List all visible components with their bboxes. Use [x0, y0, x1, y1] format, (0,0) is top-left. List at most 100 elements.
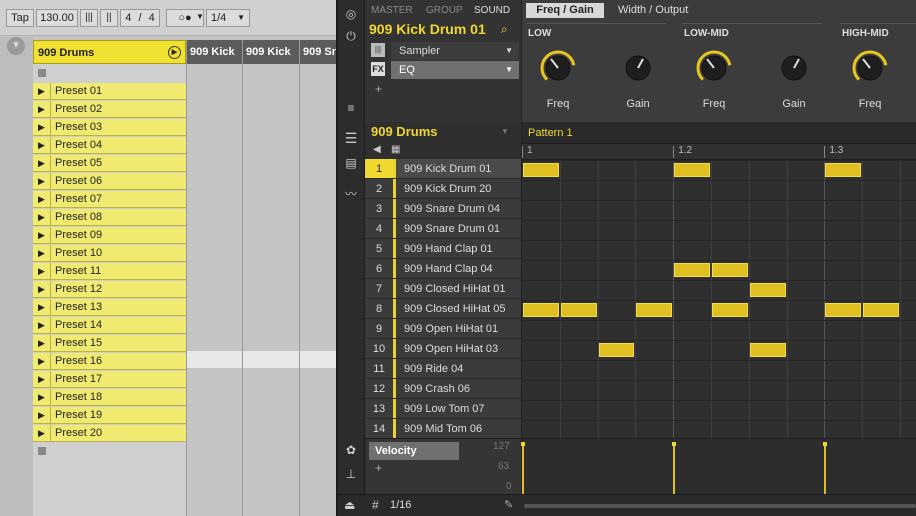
browser-icon[interactable]: ◎	[343, 6, 359, 22]
quantization-select[interactable]: 1/4 ▼	[206, 9, 250, 27]
sound-row[interactable]: 1 909 Kick Drum 01	[365, 159, 521, 179]
note[interactable]	[523, 303, 559, 317]
sound-row[interactable]: 11 909 Ride 04	[365, 359, 521, 379]
preset-row[interactable]: ▶ Preset 02	[33, 101, 186, 118]
velocity-editor[interactable]	[521, 439, 916, 495]
play-icon[interactable]: ▶	[33, 83, 51, 100]
play-icon[interactable]: ▶	[33, 245, 51, 262]
velocity-handle[interactable]	[521, 442, 525, 446]
track-play-icon[interactable]: ▶	[168, 46, 181, 59]
preset-row[interactable]: ▶ Preset 01	[33, 83, 186, 100]
track-header[interactable]: 909 Drums ▶	[33, 40, 186, 64]
note[interactable]	[674, 263, 710, 277]
preset-row[interactable]: ▶ Preset 06	[33, 173, 186, 190]
note[interactable]	[749, 283, 786, 297]
collapse-icon[interactable]: ≡	[343, 100, 359, 116]
eq-knob-low-mid-gain[interactable]	[776, 50, 812, 86]
velocity-handle[interactable]	[823, 442, 828, 446]
note[interactable]	[749, 343, 786, 357]
pattern-name[interactable]: Pattern 1	[528, 127, 573, 139]
play-icon[interactable]: ▶	[33, 191, 51, 208]
play-icon[interactable]: ▶	[33, 263, 51, 280]
tempo-field[interactable]: 130.00	[36, 9, 78, 27]
preset-row[interactable]: ▶ Preset 05	[33, 155, 186, 172]
preset-row[interactable]: ▶ Preset 08	[33, 209, 186, 226]
sound-row[interactable]: 3 909 Snare Drum 04	[365, 199, 521, 219]
sound-row[interactable]: 12 909 Crash 06	[365, 379, 521, 399]
sound-row[interactable]: 13 909 Low Tom 07	[365, 399, 521, 419]
note[interactable]	[712, 303, 748, 317]
sound-row[interactable]: 7 909 Closed HiHat 01	[365, 279, 521, 299]
note[interactable]	[825, 163, 862, 177]
note[interactable]	[863, 303, 899, 317]
sound-row[interactable]: 4 909 Snare Drum 01	[365, 219, 521, 239]
play-icon[interactable]: ▶	[33, 281, 51, 298]
play-icon[interactable]: ▶	[33, 299, 51, 316]
plugin-slot-eq[interactable]: EQ ▼	[391, 61, 519, 79]
note[interactable]	[523, 163, 559, 177]
play-icon[interactable]: ▶	[33, 335, 51, 352]
preset-row[interactable]: ▶ Preset 14	[33, 317, 186, 334]
arrange-icon[interactable]: ☰	[343, 130, 359, 146]
horizontal-scrollbar[interactable]	[524, 504, 916, 508]
nudge-icon[interactable]: ||	[100, 9, 118, 27]
sound-row[interactable]: 5 909 Hand Clap 01	[365, 239, 521, 259]
play-icon[interactable]: ▶	[33, 353, 51, 370]
metronome-icon[interactable]: |||	[80, 9, 98, 27]
dropdown-arrow-icon[interactable]: ▼	[194, 9, 206, 27]
note[interactable]	[712, 263, 748, 277]
speaker-icon[interactable]: ◀	[373, 144, 381, 155]
nav-master[interactable]: MASTER	[371, 5, 413, 16]
sound-row[interactable]: 6 909 Hand Clap 04	[365, 259, 521, 279]
preset-row[interactable]: ▶ Preset 12	[33, 281, 186, 298]
kit-column-header[interactable]: 909 Sn	[300, 40, 336, 64]
eq-knob-low-mid-freq[interactable]	[696, 50, 732, 86]
grid-icon[interactable]: #	[372, 498, 379, 512]
play-icon[interactable]: ▶	[33, 209, 51, 226]
note[interactable]	[560, 303, 597, 317]
note[interactable]	[636, 303, 673, 317]
mixer-icon[interactable]: ▤	[343, 155, 359, 171]
kit-column-header[interactable]: 909 Kick	[243, 40, 299, 64]
preset-row[interactable]: ▶ Preset 17	[33, 371, 186, 388]
sound-row[interactable]: 9 909 Open HiHat 01	[365, 319, 521, 339]
note[interactable]	[598, 343, 635, 357]
automation-icon[interactable]: ⊥	[343, 466, 359, 482]
search-icon[interactable]: ⌕	[501, 22, 508, 37]
chevron-down-icon[interactable]: ▼	[501, 127, 509, 136]
sound-row[interactable]: 14 909 Mid Tom 06	[365, 419, 521, 439]
preset-row[interactable]: ▶ Preset 10	[33, 245, 186, 262]
play-icon[interactable]: ▶	[33, 119, 51, 136]
play-icon[interactable]: ▶	[33, 137, 51, 154]
preset-row[interactable]: ▶ Preset 07	[33, 191, 186, 208]
velocity-bar[interactable]	[673, 443, 676, 495]
kit-column-header[interactable]: 909 Kick	[187, 40, 242, 64]
keyboard-icon[interactable]: ✿	[343, 442, 359, 458]
preset-row[interactable]: ▶ Preset 04	[33, 137, 186, 154]
play-icon[interactable]: ▶	[33, 227, 51, 244]
add-lane-button[interactable]: +	[375, 461, 382, 475]
timeline-ruler[interactable]: 1 1.2 1.3	[522, 144, 916, 160]
play-icon[interactable]: ▶	[33, 317, 51, 334]
plugin-slot-sampler[interactable]: Sampler ▼	[391, 42, 519, 60]
preset-row[interactable]: ▶ Preset 13	[33, 299, 186, 316]
preset-row[interactable]: ▶ Preset 19	[33, 407, 186, 424]
preset-row[interactable]: ▶ Preset 16	[33, 353, 186, 370]
velocity-handle[interactable]	[672, 442, 677, 446]
sound-row[interactable]: 8 909 Closed HiHat 05	[365, 299, 521, 319]
preset-row[interactable]: ▶ Preset 15	[33, 335, 186, 352]
collapse-icon[interactable]: ▼	[7, 37, 25, 55]
play-icon[interactable]: ▶	[33, 371, 51, 388]
velocity-select[interactable]: Velocity	[369, 442, 459, 460]
stop-clip-icon[interactable]	[38, 69, 46, 77]
play-icon[interactable]: ▶	[33, 155, 51, 172]
note[interactable]	[825, 303, 862, 317]
preset-row[interactable]: ▶ Preset 20	[33, 425, 186, 442]
eq-knob-high-mid-freq[interactable]	[852, 50, 888, 86]
add-plugin-button[interactable]: +	[375, 82, 382, 96]
play-icon[interactable]: ▶	[33, 101, 51, 118]
tab-freq-gain[interactable]: Freq / Gain	[526, 3, 604, 18]
tab-width-output[interactable]: Width / Output	[618, 3, 698, 18]
sound-row[interactable]: 2 909 Kick Drum 20	[365, 179, 521, 199]
preset-row[interactable]: ▶ Preset 03	[33, 119, 186, 136]
